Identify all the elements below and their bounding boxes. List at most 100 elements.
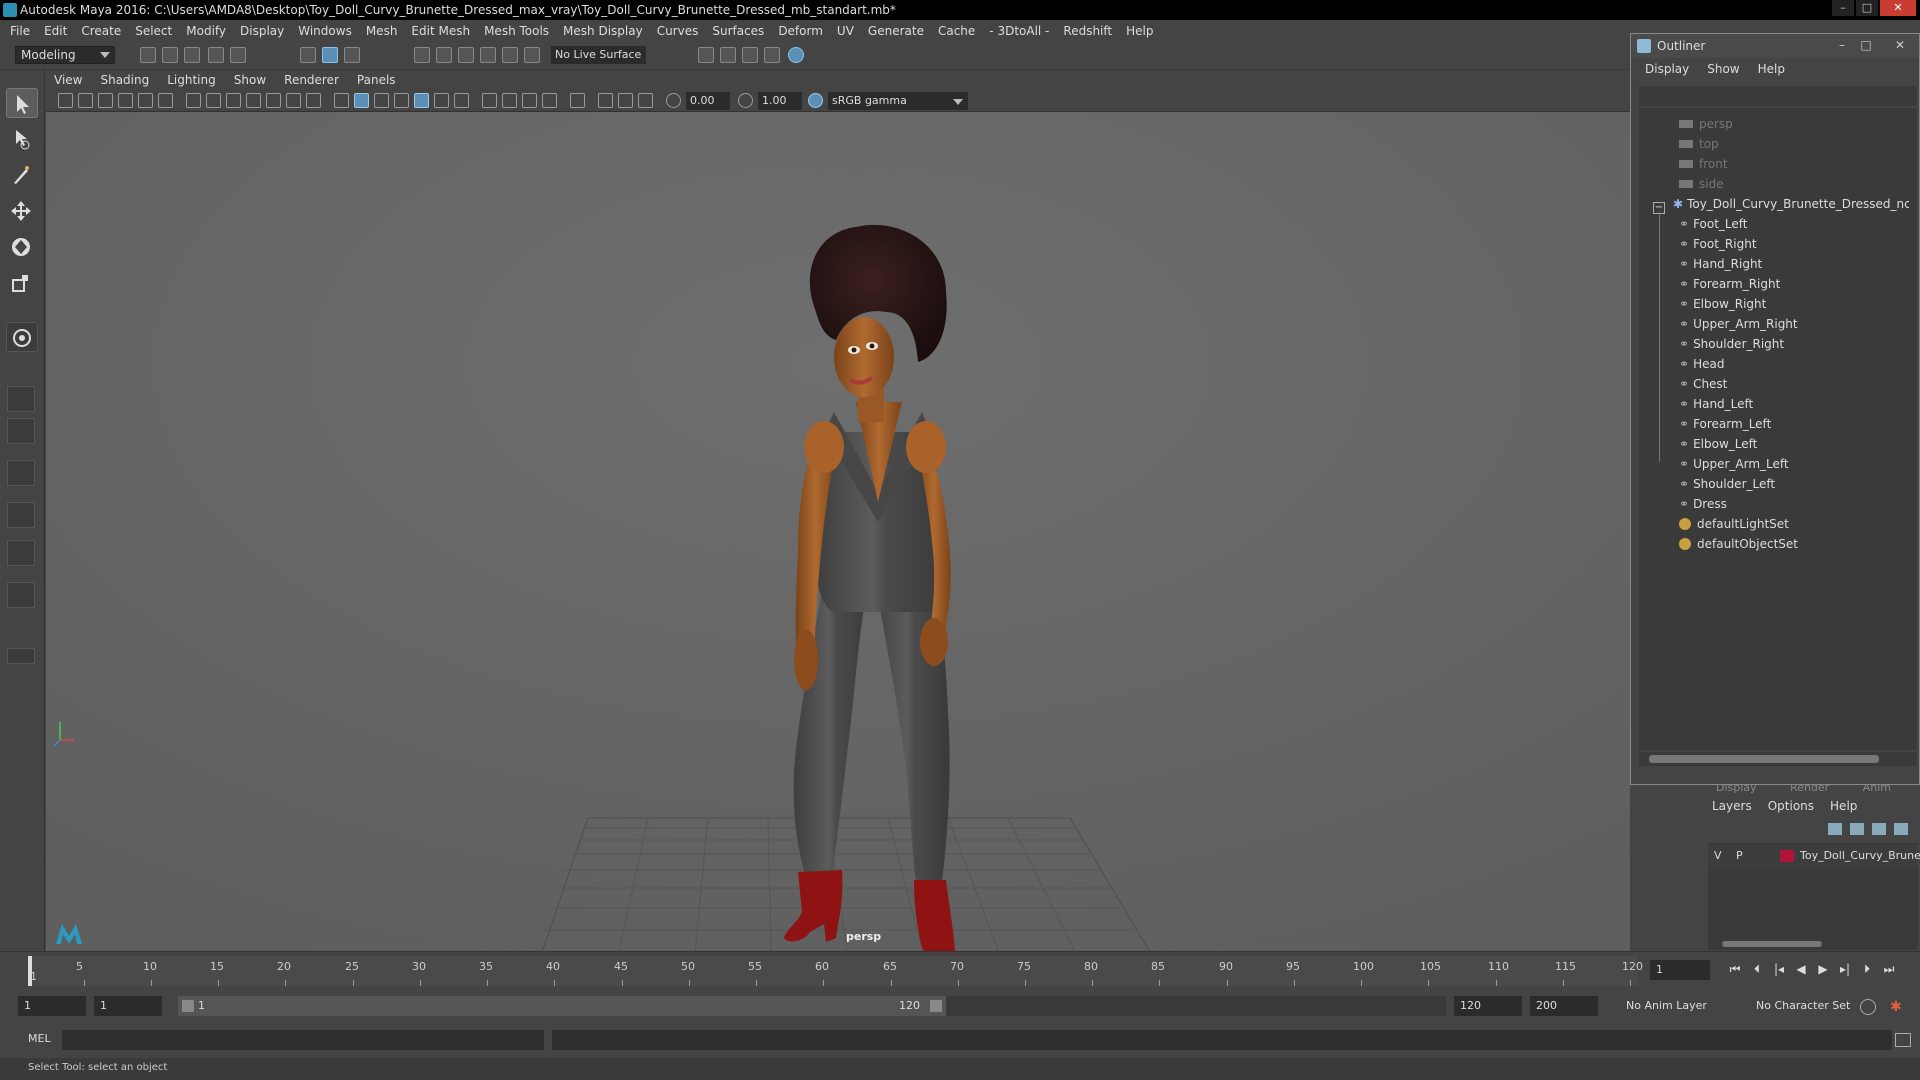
playback-end-field[interactable]: 120 [1454, 996, 1522, 1016]
smooth-shade-icon[interactable] [354, 93, 369, 108]
select-tool[interactable] [6, 88, 38, 118]
xray-icon[interactable] [598, 93, 613, 108]
layout-single-button[interactable] [7, 386, 35, 412]
move-tool[interactable] [6, 196, 38, 226]
command-input[interactable] [62, 1030, 544, 1050]
go-to-end-button[interactable]: ⏭ [1880, 960, 1898, 978]
layer-color-swatch[interactable] [1780, 850, 1794, 862]
menu-deform[interactable]: Deform [778, 24, 823, 38]
layer-playback-toggle[interactable]: P [1736, 845, 1743, 867]
select-object-icon[interactable] [322, 47, 338, 63]
layer-menu-options[interactable]: Options [1768, 799, 1814, 813]
outliner-horizontal-scrollbar[interactable] [1639, 752, 1917, 766]
current-time-indicator[interactable] [28, 956, 32, 986]
play-forwards-button[interactable]: ▶ [1814, 960, 1832, 978]
view-transform-dropdown[interactable]: sRGB gamma [828, 92, 968, 110]
tree-item-side[interactable]: side [1679, 174, 1724, 194]
menu-redshift[interactable]: Redshift [1063, 24, 1112, 38]
menu-mesh-display[interactable]: Mesh Display [563, 24, 643, 38]
step-back-key-button[interactable]: |◂ [1770, 960, 1788, 978]
exposure-field[interactable]: 0.00 [686, 92, 730, 110]
tree-item-child[interactable]: ⚭ Head [1679, 354, 1724, 374]
panel-menu-panels[interactable]: Panels [357, 73, 396, 87]
save-scene-icon[interactable] [184, 47, 200, 63]
textured-icon[interactable] [414, 93, 429, 108]
ipr-render-icon[interactable] [720, 47, 736, 63]
tree-item-top[interactable]: top [1679, 134, 1719, 154]
playback-start-field[interactable]: 1 [94, 996, 162, 1016]
menu-help[interactable]: Help [1126, 24, 1153, 38]
perspective-viewport[interactable]: persp [46, 112, 1630, 951]
close-button[interactable]: ✕ [1880, 0, 1916, 16]
move-layer-up-icon[interactable] [1828, 823, 1842, 835]
go-to-start-button[interactable]: ⏮ [1726, 960, 1744, 978]
tree-item-child[interactable]: ⚭ Shoulder_Left [1679, 474, 1775, 494]
layer-menu-help[interactable]: Help [1830, 799, 1857, 813]
layout-custom-button[interactable] [7, 582, 35, 608]
menu-edit[interactable]: Edit [44, 24, 67, 38]
exposure-icon[interactable] [666, 93, 681, 108]
image-plane-icon[interactable] [118, 93, 133, 108]
paint-select-tool[interactable] [6, 160, 38, 190]
step-back-frame-button[interactable]: ⏴ [1748, 960, 1766, 978]
tree-item-child[interactable]: ⚭ Elbow_Right [1679, 294, 1766, 314]
anim-layer-dropdown[interactable]: No Anim Layer [1620, 996, 1740, 1016]
tree-item-child[interactable]: ⚭ Dress [1679, 494, 1727, 514]
panel-menu-lighting[interactable]: Lighting [167, 73, 216, 87]
menu-mesh-tools[interactable]: Mesh Tools [484, 24, 549, 38]
snap-plane-icon[interactable] [480, 47, 496, 63]
wireframe-on-shaded-icon[interactable] [394, 93, 409, 108]
layer-visibility-toggle[interactable]: V [1714, 845, 1722, 867]
current-frame-field[interactable]: 1 [1650, 960, 1710, 980]
lasso-tool[interactable] [6, 124, 38, 154]
menu-create[interactable]: Create [81, 24, 121, 38]
select-component-icon[interactable] [344, 47, 360, 63]
outliner-search-field[interactable] [1639, 86, 1917, 106]
outliner-minimize-button[interactable]: – [1833, 37, 1851, 53]
screen-space-ao-icon[interactable] [482, 93, 497, 108]
tab-display[interactable]: Display [1716, 785, 1757, 794]
preferences-icon[interactable]: ✱ [1890, 999, 1906, 1015]
tree-item-child[interactable]: ⚭ Hand_Right [1679, 254, 1762, 274]
new-empty-layer-icon[interactable] [1872, 823, 1886, 835]
panel-menu-shading[interactable]: Shading [100, 73, 149, 87]
animation-start-field[interactable]: 1 [18, 996, 86, 1016]
rotate-tool[interactable] [6, 232, 38, 262]
outliner-close-button[interactable]: ✕ [1891, 37, 1909, 53]
menu-select[interactable]: Select [135, 24, 172, 38]
snap-point-icon[interactable] [458, 47, 474, 63]
isolate-select-icon[interactable] [570, 93, 585, 108]
time-ruler[interactable]: 1 5 10 15 20 25 30 35 40 45 50 55 60 65 70 75 80 85 90 95 10… [28, 956, 1643, 986]
step-forward-key-button[interactable]: ▸| [1836, 960, 1854, 978]
script-editor-icon[interactable] [1895, 1033, 1911, 1047]
tree-item-child[interactable]: ⚭ Upper_Arm_Right [1679, 314, 1798, 334]
tree-item-child[interactable]: ⚭ Forearm_Right [1679, 274, 1780, 294]
redo-icon[interactable] [230, 47, 246, 63]
tree-item-set[interactable]: defaultObjectSet [1679, 534, 1798, 554]
outliner-maximize-button[interactable]: □ [1857, 37, 1875, 53]
depth-of-field-icon[interactable] [542, 93, 557, 108]
character-set-dropdown[interactable]: No Character Set [1750, 996, 1870, 1016]
menu-cache[interactable]: Cache [938, 24, 975, 38]
tab-render[interactable]: Render [1790, 785, 1829, 794]
select-hierarchy-icon[interactable] [300, 47, 316, 63]
range-slider-track[interactable] [946, 996, 1446, 1016]
layout-four-button[interactable] [7, 418, 35, 444]
maximize-button[interactable]: □ [1856, 0, 1878, 16]
outliner-vertical-scrollbar[interactable] [1909, 108, 1917, 750]
layer-menu-layers[interactable]: Layers [1712, 799, 1752, 813]
tree-item-root[interactable]: − ✱ Toy_Doll_Curvy_Brunette_Dressed_ncl1_ [1653, 194, 1909, 214]
tree-item-child[interactable]: ⚭ Forearm_Left [1679, 414, 1771, 434]
grid-icon[interactable] [186, 93, 201, 108]
layer-scrollbar[interactable] [1708, 938, 1918, 950]
tab-anim[interactable]: Anim [1863, 785, 1891, 794]
gamma-icon[interactable] [738, 93, 753, 108]
tree-item-persp[interactable]: persp [1679, 114, 1733, 134]
two-d-pan-icon[interactable] [138, 93, 153, 108]
wireframe-icon[interactable] [334, 93, 349, 108]
range-slider[interactable]: 1 120 [178, 996, 946, 1016]
resolution-gate-icon[interactable] [226, 93, 241, 108]
new-layer-selected-icon[interactable] [1894, 823, 1908, 835]
auto-key-icon[interactable] [1860, 999, 1876, 1015]
default-material-icon[interactable] [374, 93, 389, 108]
